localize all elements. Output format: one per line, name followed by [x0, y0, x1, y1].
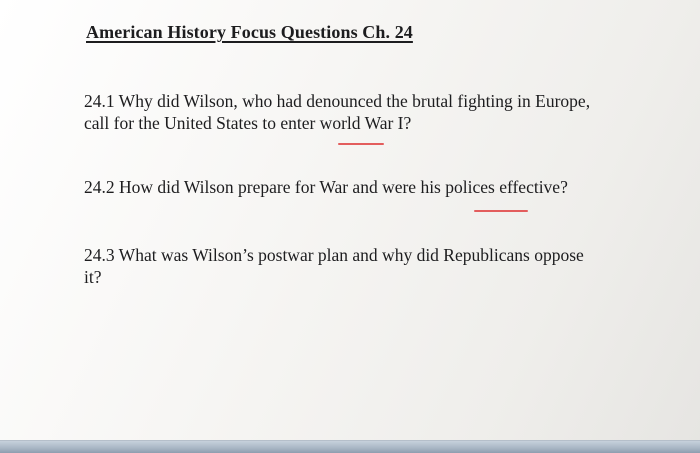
- document-title: American History Focus Questions Ch. 24: [86, 22, 413, 42]
- question-24-3: 24.3 What was Wilson’s postwar plan and …: [84, 244, 629, 288]
- window-bottom-bar: [0, 441, 700, 453]
- question-24-2: 24.2 How did Wilson prepare for War and …: [84, 176, 644, 198]
- document-page: American History Focus Questions Ch. 24 …: [0, 0, 700, 441]
- spellcheck-underline: [338, 143, 384, 145]
- question-24-3-line-1: 24.3 What was Wilson’s postwar plan and …: [84, 245, 584, 265]
- question-24-3-line-2: it?: [84, 267, 102, 287]
- spellcheck-underline: [474, 210, 528, 212]
- question-24-1: 24.1 Why did Wilson, who had denounced t…: [84, 90, 644, 134]
- question-24-1-line-1: 24.1 Why did Wilson, who had denounced t…: [84, 91, 591, 111]
- question-24-2-line-1: 24.2 How did Wilson prepare for War and …: [84, 177, 568, 197]
- question-24-1-line-2: call for the United States to enter worl…: [84, 113, 412, 133]
